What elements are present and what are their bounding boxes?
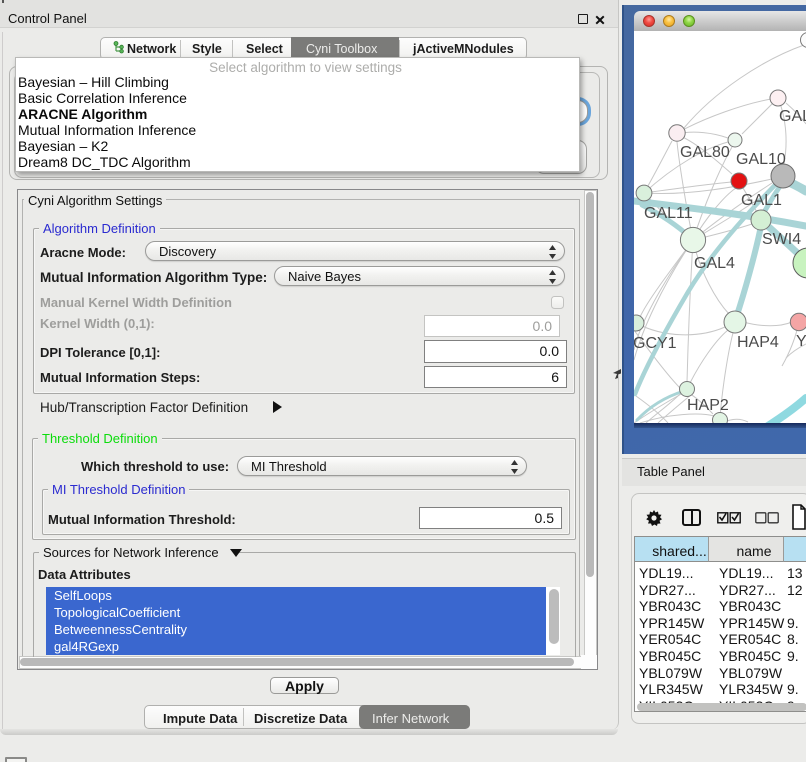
svg-text:Y: Y <box>796 333 806 350</box>
svg-text:SWI4: SWI4 <box>762 231 801 248</box>
svg-text:GAL1: GAL1 <box>741 192 782 209</box>
svg-text:GAL10: GAL10 <box>736 151 786 168</box>
svg-text:HAP4: HAP4 <box>737 334 779 351</box>
svg-text:GAL4: GAL4 <box>694 255 735 272</box>
svg-text:GAL11: GAL11 <box>644 205 693 222</box>
svg-text:GAL80: GAL80 <box>680 144 730 161</box>
svg-text:HAP2: HAP2 <box>687 397 729 414</box>
svg-text:GCY1: GCY1 <box>634 335 677 352</box>
svg-text:GAL: GAL <box>779 108 806 125</box>
